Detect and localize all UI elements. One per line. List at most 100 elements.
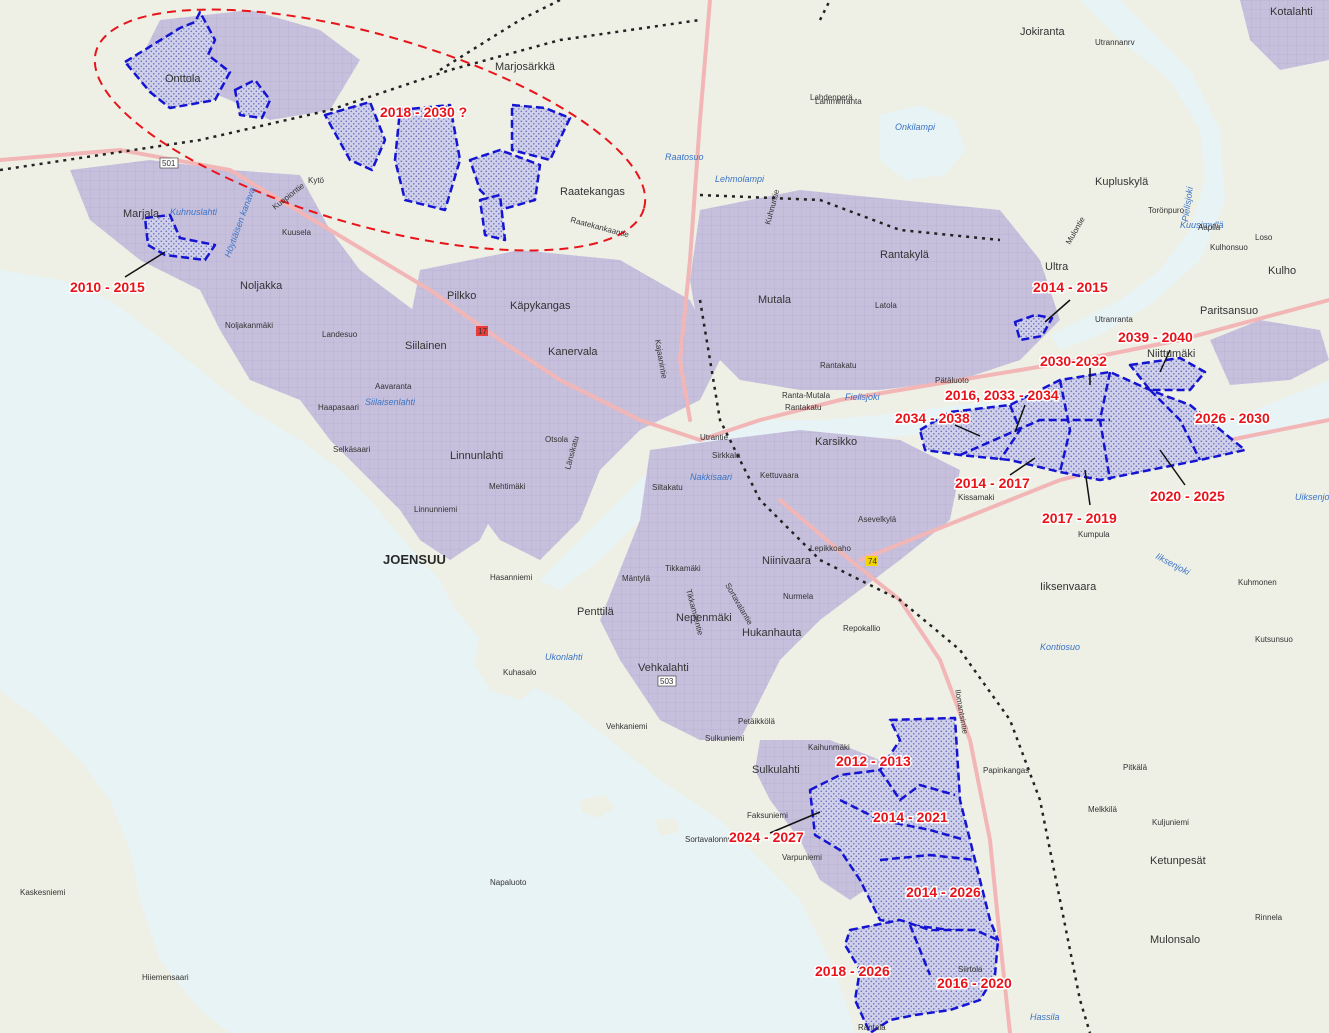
period-label-kulho-e: 2014 - 2017	[955, 475, 1030, 491]
period-label-niittumaki: 2039 - 2040	[1118, 329, 1193, 345]
place-onttola: Onttola	[165, 73, 201, 85]
period-label-onttola-marjala: 2010 - 2015	[70, 279, 145, 295]
place-selkasaari: Selkäsaari	[333, 445, 371, 454]
place-vehkalahti: Vehkalahti	[638, 662, 689, 674]
period-label-sulkulahti-d: 2014 - 2026	[906, 884, 981, 900]
place-petaikkola: Petäikkölä	[738, 717, 775, 726]
road-number-501: 501	[162, 159, 176, 168]
place-loso: Loso	[1255, 233, 1273, 242]
label-fiellsjoki: Fiellsjoki	[845, 392, 881, 402]
label-raatosuo: Raatosuo	[665, 152, 704, 162]
place-lepikkoaho: Lepikkoaho	[810, 544, 851, 553]
place-kissamaki: Kissamaki	[958, 493, 995, 502]
place-utranranta: Utranranta	[1095, 315, 1133, 324]
place-jokiranta: Jokiranta	[1020, 26, 1066, 38]
place-penttila: Penttilä	[577, 606, 615, 618]
place-repokallio: Repokallio	[843, 624, 881, 633]
place-kaihunmaki: Kaihunmäki	[808, 743, 850, 752]
place-lamminranta: Lamminranta	[815, 97, 862, 106]
place-ultra: Ultra	[1045, 261, 1069, 273]
place-nepenmaki: Nepenmäki	[676, 612, 732, 624]
place-kanervala: Kanervala	[548, 346, 598, 358]
place-papinkangas: Papinkangas	[983, 766, 1029, 775]
place-siilainen: Siilainen	[405, 340, 447, 352]
place-landesuo: Landesuo	[322, 330, 358, 339]
place-niinivaara: Niinivaara	[762, 555, 812, 567]
place-utrannanrv: Utrannanrv	[1095, 38, 1135, 47]
city-label-joensuu: JOENSUU	[383, 552, 446, 567]
period-label-raatekangas: 2018 - 2030 ?	[380, 104, 467, 120]
label-nakkisaari: Nakkisaari	[690, 472, 733, 482]
place-kumpula: Kumpula	[1078, 530, 1110, 539]
place-rinnela: Rinnela	[1255, 913, 1283, 922]
planning-map[interactable]: 501 17 74 503 Pielisjoki Höytiäisen kana…	[0, 0, 1329, 1033]
period-label-siirtola-b: 2016 - 2020	[937, 975, 1012, 991]
place-hukanhauta: Hukanhauta	[742, 627, 802, 639]
place-aavaranta: Aavaranta	[375, 382, 412, 391]
place-hiiemensaari: Hiiemensaari	[142, 973, 189, 982]
period-label-sulkulahti-b: 2014 - 2021	[873, 809, 948, 825]
period-label-kulho-f: 2020 - 2025	[1150, 488, 1225, 504]
place-otsola: Otsola	[545, 435, 569, 444]
place-kotalahti: Kotalahti	[1270, 6, 1313, 18]
place-kuusela: Kuusela	[282, 228, 311, 237]
place-faksuniemi: Faksuniemi	[747, 811, 788, 820]
place-ranta-mutala: Ranta-Mutala	[782, 391, 831, 400]
place-marjala: Marjala	[123, 208, 160, 220]
place-toronpuro: Torönpuro	[1148, 206, 1185, 215]
place-aapila: Aapila	[1198, 223, 1221, 232]
place-kuhmonen: Kuhmonen	[1238, 578, 1277, 587]
place-noljakanmaki: Noljakanmäki	[225, 321, 273, 330]
place-sulkulahti: Sulkulahti	[752, 764, 800, 776]
label-siltakatu: Siltakatu	[652, 483, 683, 492]
place-rantala: Rantala	[858, 1023, 886, 1032]
place-niittumaki: Niittumäki	[1147, 348, 1195, 360]
label-kontiosuo: Kontiosuo	[1040, 642, 1080, 652]
label-lehmolampi: Lehmolampi	[715, 174, 765, 184]
period-label-siirtola-a: 2018 - 2026	[815, 963, 890, 979]
place-sirkkala: Sirkkala	[712, 451, 741, 460]
period-label-ultra: 2014 - 2015	[1033, 279, 1108, 295]
place-melkkila: Melkkilä	[1088, 805, 1117, 814]
period-label-kulho-b: 2016, 2033 - 2034	[945, 387, 1059, 403]
place-rantakatu: Rantakatu	[820, 361, 856, 370]
place-karsikko: Karsikko	[815, 436, 857, 448]
place-vehkaniemi: Vehkaniemi	[606, 722, 648, 731]
place-pilkko: Pilkko	[447, 290, 476, 302]
place-ketunpesat: Ketunpesät	[1150, 855, 1206, 867]
place-linnunlahti: Linnunlahti	[450, 450, 503, 462]
label-utrantie: Utrantie	[700, 433, 729, 442]
place-noljakka: Noljakka	[240, 280, 283, 292]
place-latola: Latola	[875, 301, 897, 310]
place-kuhasalo: Kuhasalo	[503, 668, 537, 677]
place-mantyla: Mäntylä	[622, 574, 651, 583]
place-mulonsalo: Mulonsalo	[1150, 934, 1200, 946]
place-sulkuniemi: Sulkuniemi	[705, 734, 744, 743]
place-kapykangas: Käpykangas	[510, 300, 571, 312]
place-nurmela: Nurmela	[783, 592, 814, 601]
place-napaluoto: Napaluoto	[490, 878, 527, 887]
period-label-sulkulahti-a: 2012 - 2013	[836, 753, 911, 769]
place-pataluoto: Pätäluoto	[935, 376, 969, 385]
place-kuljuniemi: Kuljuniemi	[1152, 818, 1189, 827]
label-onkilampi: Onkilampi	[895, 122, 936, 132]
place-siirtola: Siirtola	[958, 965, 983, 974]
place-kyto: Kytö	[308, 176, 325, 185]
place-pitkala: Pitkälä	[1123, 763, 1148, 772]
label-siilaisenlahti: Siilaisenlahti	[365, 397, 416, 407]
place-mutala: Mutala	[758, 294, 792, 306]
place-asevelkyla: Asevelkylä	[858, 515, 897, 524]
place-linnunniemi: Linnunniemi	[414, 505, 457, 514]
road-number-503: 503	[660, 677, 674, 686]
period-label-kulho-c: 2034 - 2038	[895, 410, 970, 426]
place-iiksenvaara: Iiksenvaara	[1040, 581, 1097, 593]
place-varpuniemi: Varpuniemi	[782, 853, 822, 862]
place-raatekangas: Raatekangas	[560, 186, 625, 198]
period-label-sulkulahti-c: 2024 - 2027	[729, 829, 804, 845]
label-kuhnuslahti: Kuhnuslahti	[170, 207, 218, 217]
road-number-74: 74	[868, 557, 877, 566]
place-kulhonsuo: Kulhonsuo	[1210, 243, 1248, 252]
zone-raatekangas-d	[478, 193, 507, 242]
place-mehtimaki: Mehtimäki	[489, 482, 526, 491]
place-kettuvaara: Kettuvaara	[760, 471, 799, 480]
